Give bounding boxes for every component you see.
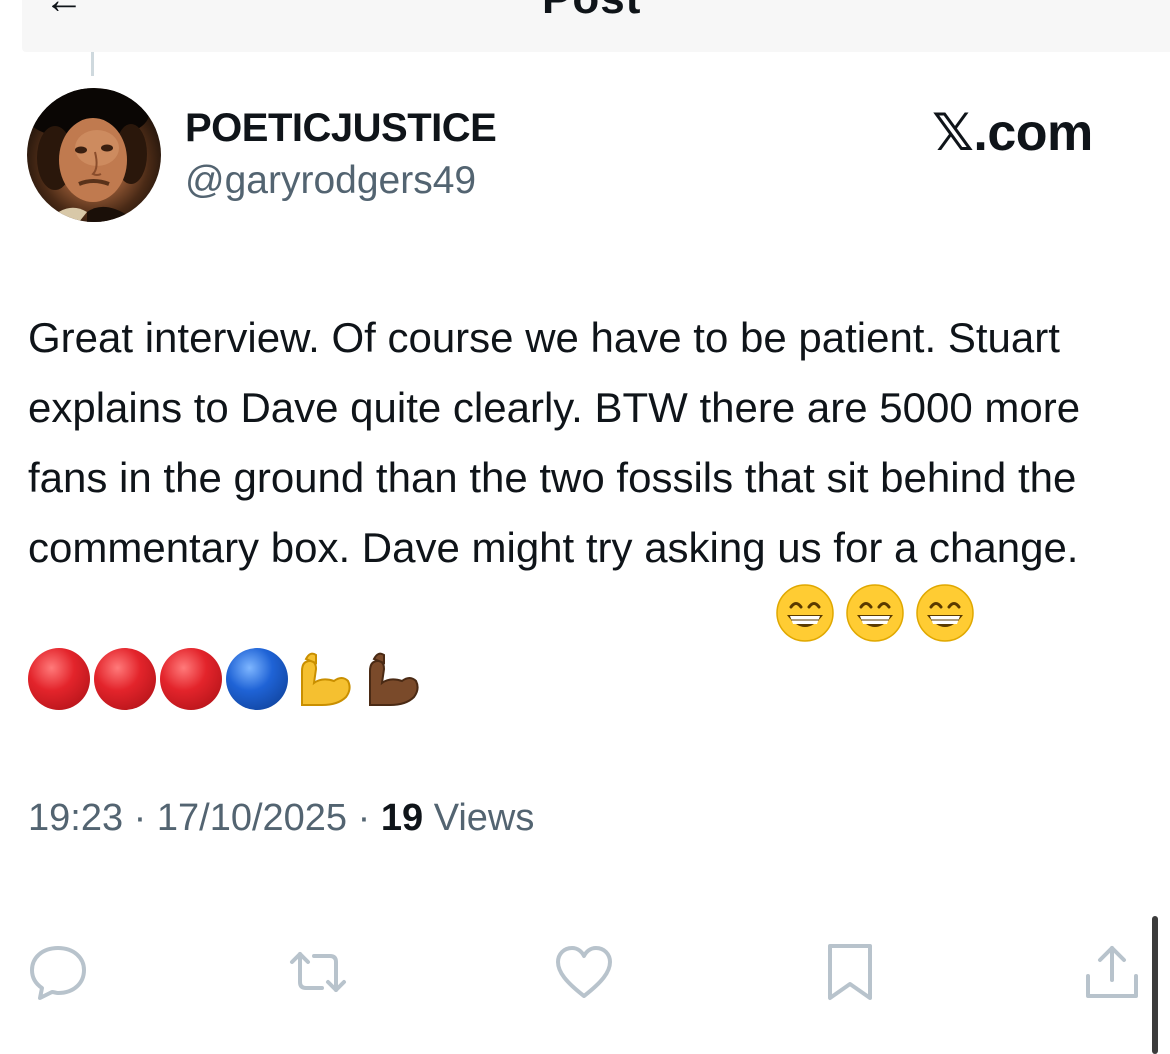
views-count: 19 bbox=[380, 797, 424, 839]
post-time[interactable]: 19:23 bbox=[28, 797, 123, 839]
grinning-face-emoji-icon bbox=[776, 584, 834, 642]
post-date[interactable]: 17/10/2025 bbox=[157, 797, 347, 839]
repost-button[interactable] bbox=[286, 940, 350, 1004]
bookmark-icon bbox=[828, 944, 872, 1000]
x-com-watermark: 𝕏.com bbox=[932, 104, 1093, 162]
back-arrow-icon[interactable]: ← bbox=[44, 0, 84, 23]
views-label: Views bbox=[433, 797, 535, 839]
avatar[interactable] bbox=[27, 88, 161, 222]
red-circle-icon bbox=[28, 648, 90, 710]
meta-separator: · bbox=[357, 797, 371, 839]
reply-button[interactable] bbox=[26, 940, 90, 1004]
inline-emoji-group bbox=[775, 583, 975, 643]
thread-connector-line bbox=[91, 52, 94, 76]
flexed-biceps-light-icon bbox=[301, 652, 351, 706]
share-button[interactable] bbox=[1080, 940, 1144, 1004]
author-handle[interactable]: @garyrodgers49 bbox=[185, 159, 476, 203]
heart-icon bbox=[556, 946, 612, 998]
top-header: ← Post bbox=[22, 0, 1170, 52]
red-circle-icon bbox=[94, 648, 156, 710]
emoji-row bbox=[28, 646, 424, 712]
post-detail-page: ← Post POETICJUSTICE @garyrodgers49 𝕏 bbox=[0, 0, 1170, 1054]
post-meta: 19:23 · 17/10/2025 · 19 Views bbox=[28, 797, 534, 840]
reply-icon bbox=[30, 946, 86, 1000]
grinning-face-emoji-icon bbox=[846, 584, 904, 642]
meta-separator: · bbox=[133, 797, 147, 839]
header-title: Post bbox=[542, 0, 641, 24]
bookmark-button[interactable] bbox=[818, 940, 882, 1004]
author-display-name[interactable]: POETICJUSTICE bbox=[185, 106, 497, 151]
repost-icon bbox=[290, 952, 346, 992]
action-bar bbox=[0, 940, 1170, 1010]
flexed-biceps-dark-icon bbox=[369, 652, 419, 706]
scrollbar[interactable] bbox=[1152, 916, 1158, 1054]
post-text: Great interview. Of course we have to be… bbox=[28, 314, 1092, 571]
red-circle-icon bbox=[160, 648, 222, 710]
grinning-face-emoji-icon bbox=[916, 584, 974, 642]
share-icon bbox=[1086, 946, 1138, 998]
blue-circle-icon bbox=[226, 648, 288, 710]
like-button[interactable] bbox=[552, 940, 616, 1004]
